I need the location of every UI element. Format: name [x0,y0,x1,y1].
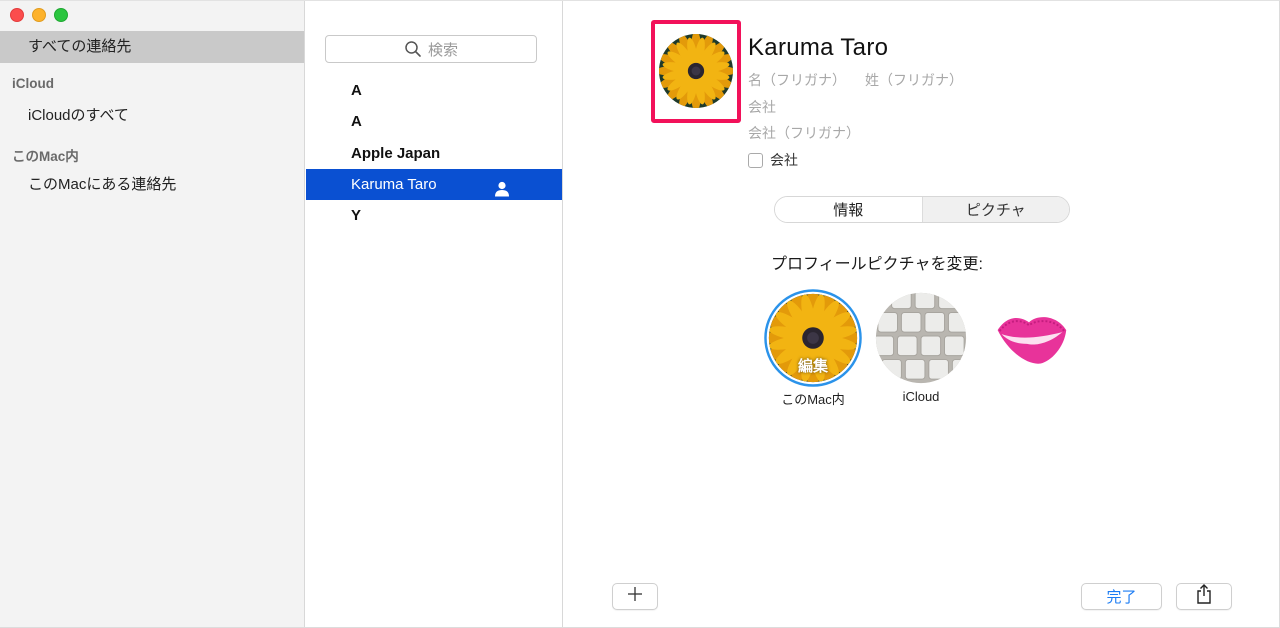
contact-name: A [351,82,362,99]
minimize-window-button[interactable] [32,8,46,22]
contact-name: Karuma Taro [351,176,437,193]
search-field[interactable]: 検索 [325,35,537,63]
picture-segmented-control: 情報 ピクチャ [774,196,1070,223]
search-placeholder: 検索 [427,41,458,59]
picture-option-icloud[interactable]: iCloud [871,289,971,404]
share-button[interactable] [1176,583,1232,610]
sidebar-header-icloud: iCloud [12,76,54,91]
contact-list: 検索 A A Apple Japan Karuma Taro Y [306,1,563,627]
edit-overlay-label[interactable]: 編集 [764,355,862,376]
sidebar-item-all-contacts[interactable]: すべての連絡先 [0,31,304,63]
keyboard-picture [875,292,967,384]
sidebar-item-icloud-all[interactable]: iCloudのすべて [0,100,304,132]
tab-info[interactable]: 情報 [775,197,923,222]
plus-icon [627,586,643,607]
sidebar-header-on-my-mac: このMac内 [12,149,79,164]
sidebar: すべての連絡先 iCloud iCloudのすべて このMac内 このMacにあ… [0,1,305,627]
picture-caption: iCloud [902,389,940,404]
company-checkbox[interactable] [748,152,763,168]
contact-name: Y [351,207,362,224]
contact-detail: Karuma Taro 名（フリガナ） 姓（フリガナ） 会社 会社（フリガナ） … [564,1,1279,627]
contacts-window: すべての連絡先 iCloud iCloudのすべて このMac内 このMacにあ… [0,0,1280,628]
search-icon [404,40,422,58]
change-profile-picture-label: プロフィールピクチャを変更: [771,256,983,273]
contact-name-heading[interactable]: Karuma Taro [748,34,888,62]
first-name-phonetic-field[interactable]: 名（フリガナ） [748,70,846,90]
company-checkbox-row: 会社 [748,150,798,170]
company-phonetic-field[interactable]: 会社（フリガナ） [748,123,860,143]
close-window-button[interactable] [10,8,24,22]
company-checkbox-label: 会社 [770,152,798,168]
picture-caption: このMac内 [781,392,845,407]
avatar-highlight [651,20,741,123]
add-button[interactable] [612,583,658,610]
share-icon [1196,584,1212,609]
lips-picture [997,317,1067,364]
maximize-window-button[interactable] [54,8,68,22]
contact-name: A [351,113,362,130]
contact-row[interactable]: Apple Japan [306,138,562,169]
picture-option-this-mac[interactable]: 編集 このMac内 [763,289,863,408]
window-controls [10,8,68,22]
tab-picture[interactable]: ピクチャ [922,197,1069,222]
contact-name: Apple Japan [351,145,441,162]
contact-row[interactable]: A [306,106,562,137]
company-field[interactable]: 会社 [748,97,776,117]
contact-row[interactable]: A [306,75,562,106]
done-button[interactable]: 完了 [1081,583,1162,610]
picture-option-lips[interactable] [979,289,1079,389]
contact-row[interactable]: Y [306,200,562,231]
sidebar-item-on-my-mac[interactable]: このMacにある連絡先 [0,169,304,201]
avatar[interactable] [659,34,733,108]
contact-row-selected[interactable]: Karuma Taro [306,169,562,200]
last-name-phonetic-field[interactable]: 姓（フリガナ） [865,70,963,90]
